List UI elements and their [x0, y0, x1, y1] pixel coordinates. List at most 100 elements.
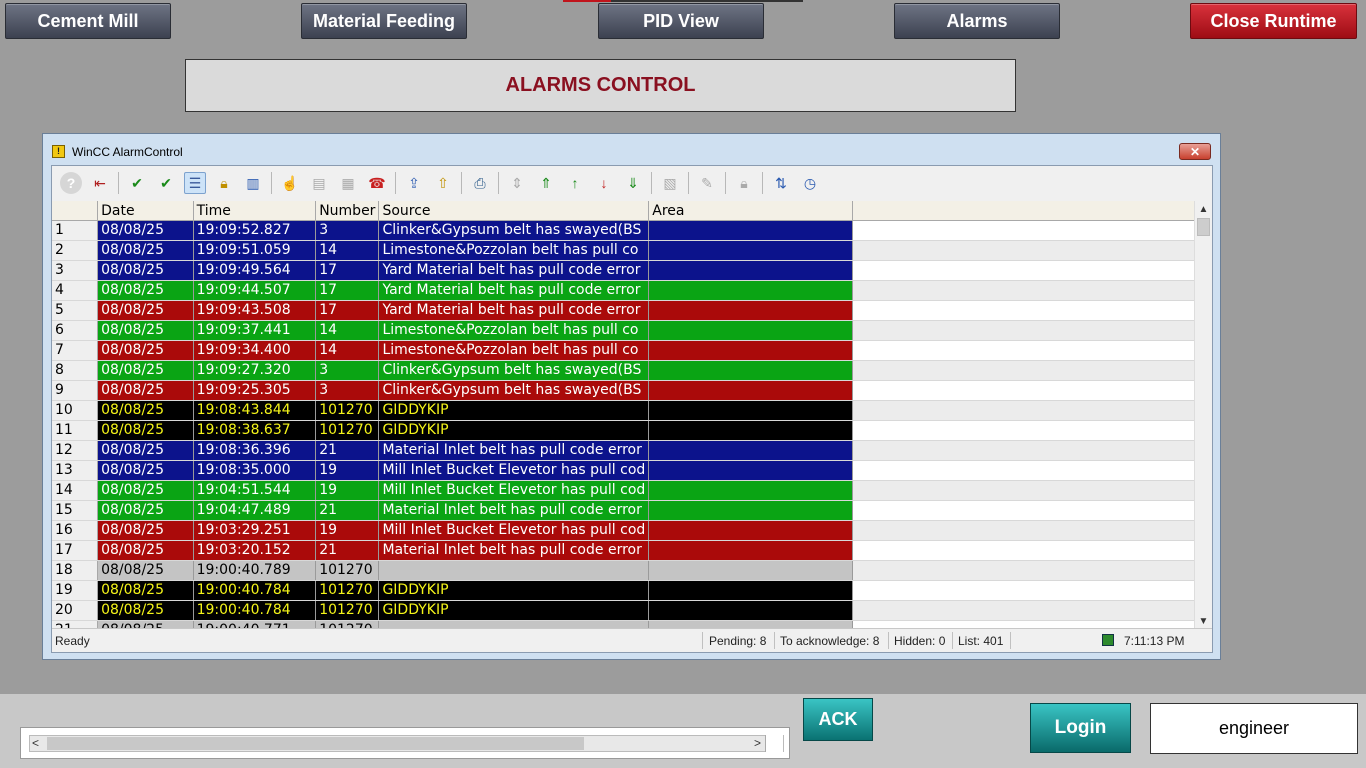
table-row[interactable]: 2 08/08/25 19:09:51.059 14 Limestone&Pozzola…	[52, 240, 1195, 261]
source-cell: Clinker&Gypsum belt has swayed(BS	[378, 360, 650, 381]
header-source[interactable]: Source	[378, 201, 650, 221]
table-row[interactable]: 10 08/08/25 19:08:43.844 101270 GIDDYKIP	[52, 400, 1195, 421]
scroll-up-icon[interactable]: ▲	[1195, 201, 1212, 217]
table-row[interactable]: 16 08/08/25 19:03:29.251 19 Mill Inlet Bucke…	[52, 520, 1195, 541]
last-message-icon[interactable]: ⇓	[622, 172, 644, 194]
table-row[interactable]: 11 08/08/25 19:08:38.637 101270 GIDDYKIP	[52, 420, 1195, 441]
number-cell: 19	[315, 460, 380, 481]
lock-list-icon[interactable]: 🔒︎	[213, 172, 235, 194]
table-row[interactable]: 9 08/08/25 19:09:25.305 3 Clinker&Gypsum bel…	[52, 380, 1195, 401]
alarms-button[interactable]: Alarms	[894, 3, 1060, 39]
row-number-cell: 18	[52, 560, 99, 581]
source-cell: GIDDYKIP	[378, 600, 650, 621]
time-cell: 19:09:37.441	[193, 320, 317, 341]
row-number-cell: 12	[52, 440, 99, 461]
info-text-icon[interactable]: ▦	[337, 172, 359, 194]
horn-ack-icon[interactable]: ☎	[366, 172, 388, 194]
first-message-icon[interactable]: ⇑	[535, 172, 557, 194]
scroll-down-icon[interactable]: ▼	[1195, 613, 1212, 629]
date-cell: 08/08/25	[97, 600, 194, 621]
row-number-cell: 1	[52, 220, 99, 241]
cement-mill-button[interactable]: Cement Mill	[5, 3, 171, 39]
table-row[interactable]: 17 08/08/25 19:03:20.152 21 Material Inlet b…	[52, 540, 1195, 561]
table-row[interactable]: 1 08/08/25 19:09:52.827 3 Clinker&Gypsum bel…	[52, 220, 1195, 241]
time-base-icon[interactable]: ◷	[799, 172, 821, 194]
message-list-icon[interactable]: ☰	[184, 172, 206, 194]
page-title: ALARMS CONTROL	[185, 59, 1016, 112]
single-ack-icon[interactable]: ✔	[126, 172, 148, 194]
lock-icon[interactable]: 🔒︎	[733, 172, 755, 194]
previous-message-icon[interactable]: ↑	[564, 172, 586, 194]
header-time[interactable]: Time	[193, 201, 317, 221]
alarm-toolbar: ? ⇤ ✔ ✔ ☰ 🔒︎ ▥ ☝ ▤ ▦ ☎ ⇪ ⇧ ⎙ ⇕ ⇑ ↑ ↓ ⇓ ▧	[52, 166, 1212, 200]
time-cell: 19:09:27.320	[193, 360, 317, 381]
properties-icon[interactable]: ▧	[659, 172, 681, 194]
table-row[interactable]: 3 08/08/25 19:09:49.564 17 Yard Material bel…	[52, 260, 1195, 281]
header-row-number	[52, 201, 99, 221]
area-cell	[648, 300, 854, 321]
toolbar-separator	[725, 172, 726, 194]
statistics-icon[interactable]: ▥	[242, 172, 264, 194]
table-row[interactable]: 20 08/08/25 19:00:40.784 101270 GIDDYKIP	[52, 600, 1195, 621]
print-icon[interactable]: ⎙	[469, 172, 491, 194]
row-number-cell: 7	[52, 340, 99, 361]
help-icon[interactable]: ?	[60, 172, 82, 194]
area-cell	[648, 220, 854, 241]
time-cell: 19:09:34.400	[193, 340, 317, 361]
table-row[interactable]: 13 08/08/25 19:08:35.000 19 Mill Inlet Bucke…	[52, 460, 1195, 481]
source-cell: Yard Material belt has pull code error	[378, 300, 650, 321]
status-ready: Ready	[55, 634, 90, 648]
login-button[interactable]: Login	[1030, 703, 1131, 753]
close-icon[interactable]: ✕	[1179, 143, 1211, 160]
scroll-thumb[interactable]	[1197, 218, 1210, 236]
header-area[interactable]: Area	[648, 201, 854, 221]
sort-icon[interactable]: ⇕	[506, 172, 528, 194]
scroll-right-icon[interactable]: >	[754, 736, 761, 751]
table-row[interactable]: 5 08/08/25 19:09:43.508 17 Yard Material bel…	[52, 300, 1195, 321]
table-row[interactable]: 4 08/08/25 19:09:44.507 17 Yard Material bel…	[52, 280, 1195, 301]
ack-button[interactable]: ACK	[803, 698, 873, 741]
table-row[interactable]: 6 08/08/25 19:09:37.441 14 Limestone&Pozzola…	[52, 320, 1195, 341]
table-row[interactable]: 19 08/08/25 19:00:40.784 101270 GIDDYKIP	[52, 580, 1195, 601]
row-number-cell: 3	[52, 260, 99, 281]
alarm-control-titlebar[interactable]: ! WinCC AlarmControl ✕	[43, 134, 1220, 164]
table-row[interactable]: 8 08/08/25 19:09:27.320 3 Clinker&Gypsum bel…	[52, 360, 1195, 381]
close-runtime-button[interactable]: Close Runtime	[1190, 3, 1357, 39]
table-row[interactable]: 14 08/08/25 19:04:51.544 19 Mill Inlet Bucke…	[52, 480, 1195, 501]
table-row[interactable]: 12 08/08/25 19:08:36.396 21 Material Inlet b…	[52, 440, 1195, 461]
export-icon[interactable]: ⇪	[403, 172, 425, 194]
emergency-ack-icon[interactable]: ⇤	[89, 172, 111, 194]
date-cell: 08/08/25	[97, 280, 194, 301]
table-row[interactable]: 7 08/08/25 19:09:34.400 14 Limestone&Pozzola…	[52, 340, 1195, 361]
loop-in-alarm-icon[interactable]: ☝	[279, 172, 301, 194]
source-cell: Mill Inlet Bucket Elevetor has pull cod	[378, 520, 650, 541]
row-number-cell: 5	[52, 300, 99, 321]
empty-cell	[852, 340, 1195, 361]
time-cell: 19:09:49.564	[193, 260, 317, 281]
time-cell: 19:09:44.507	[193, 280, 317, 301]
material-feeding-button[interactable]: Material Feeding	[301, 3, 467, 39]
autoscroll-icon[interactable]: ⇧	[432, 172, 454, 194]
selection-icon[interactable]: ⇅	[770, 172, 792, 194]
scroll-corner	[765, 735, 783, 752]
table-row[interactable]: 18 08/08/25 19:00:40.789 101270	[52, 560, 1195, 581]
horizontal-scroll-thumb[interactable]	[47, 737, 584, 750]
sort-dialog-icon[interactable]: ✎	[696, 172, 718, 194]
next-message-icon[interactable]: ↓	[593, 172, 615, 194]
time-cell: 19:08:36.396	[193, 440, 317, 461]
date-cell: 08/08/25	[97, 300, 194, 321]
row-number-cell: 10	[52, 400, 99, 421]
comment-icon[interactable]: ▤	[308, 172, 330, 194]
area-cell	[648, 260, 854, 281]
header-number[interactable]: Number	[315, 201, 380, 221]
date-cell: 08/08/25	[97, 480, 194, 501]
header-date[interactable]: Date	[97, 201, 194, 221]
empty-cell	[852, 360, 1195, 381]
scroll-left-icon[interactable]: <	[32, 736, 39, 751]
table-row[interactable]: 15 08/08/25 19:04:47.489 21 Material Inlet b…	[52, 500, 1195, 521]
empty-cell	[852, 600, 1195, 621]
pid-view-button[interactable]: PID View	[598, 3, 764, 39]
group-ack-icon[interactable]: ✔	[155, 172, 177, 194]
horizontal-scrollbar[interactable]: < >	[29, 735, 784, 752]
vertical-scrollbar[interactable]: ▲ ▼	[1194, 201, 1212, 629]
